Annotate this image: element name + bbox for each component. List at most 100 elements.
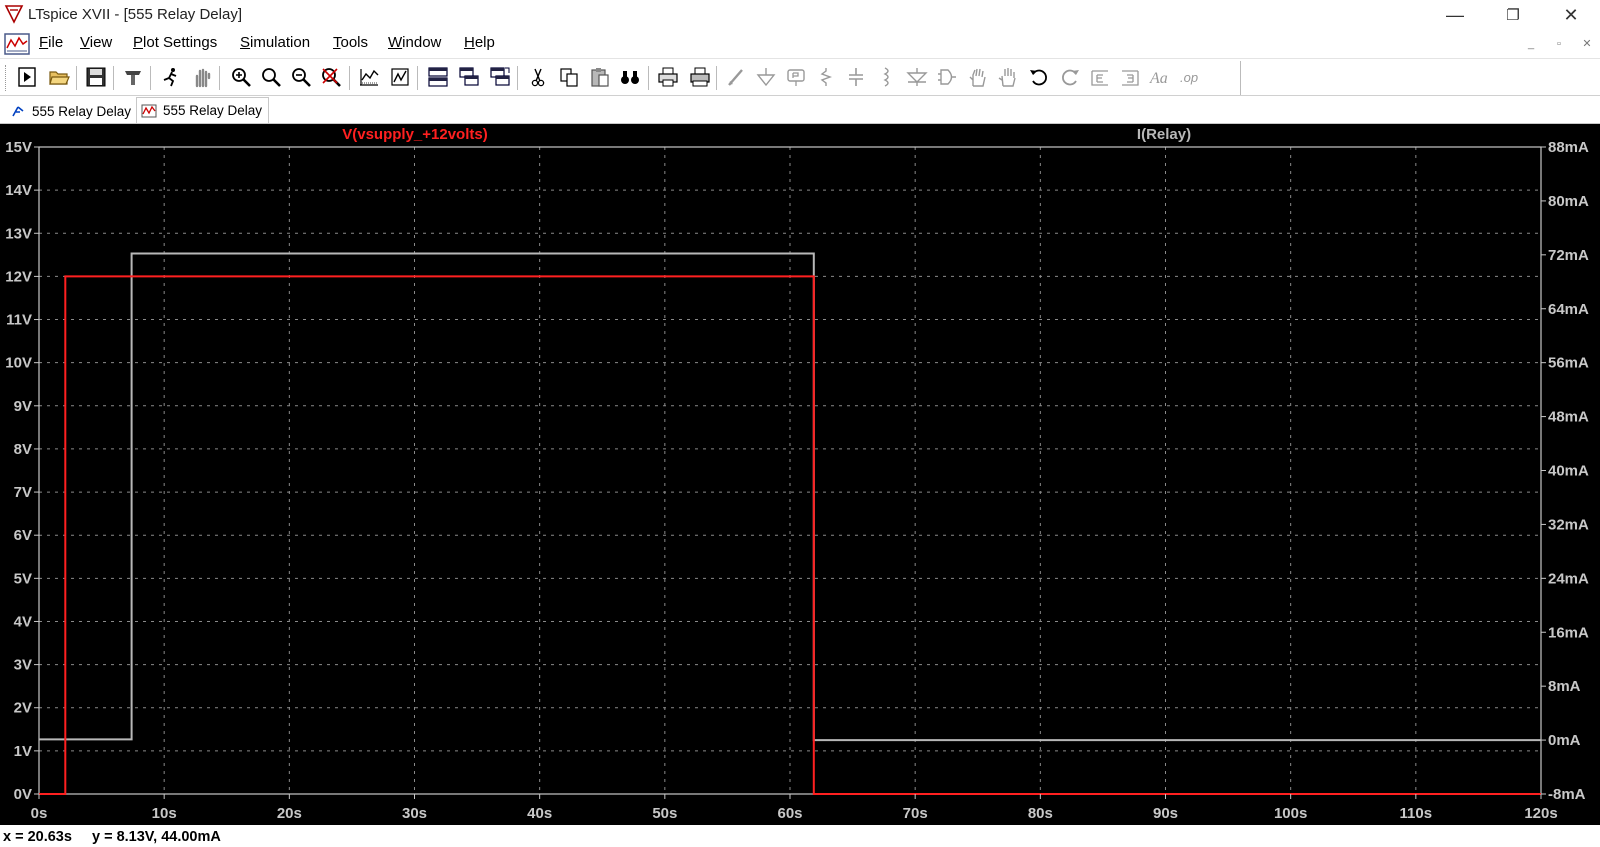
x-tick-label: 100s (1274, 805, 1307, 822)
y-left-tick-label: 11V (6, 312, 32, 329)
ground-icon[interactable] (753, 64, 779, 90)
print-icon[interactable] (655, 64, 681, 90)
find-icon[interactable] (617, 64, 643, 90)
drag-icon[interactable] (995, 64, 1021, 90)
cascade-icon[interactable] (456, 64, 482, 90)
move-icon[interactable] (965, 64, 991, 90)
toolbar: Aa .op (0, 58, 1600, 96)
waveform-chart[interactable]: 0s 10s 20s 30s 40s 50s 60s 70s 80s 90s 100s 110s 120… (0, 124, 1600, 825)
label-icon[interactable] (783, 64, 809, 90)
y-left-tick-label: 0V (14, 786, 32, 803)
cut-icon[interactable] (525, 64, 551, 90)
inductor-icon[interactable] (873, 64, 899, 90)
y-right-tick-label: 32mA (1548, 516, 1589, 533)
x-tick-label: 40s (527, 805, 552, 822)
new-schematic-icon[interactable] (14, 64, 40, 90)
y-left-tick-label: 5V (14, 570, 32, 587)
y-right-tick-label: 56mA (1548, 355, 1589, 372)
menu-plot-settings[interactable]: Plot Settings (133, 34, 217, 51)
y-left-tick-label: 3V (14, 657, 32, 674)
waveform-icon (141, 104, 157, 117)
y-left-tick-label: 12V (5, 268, 32, 285)
tab-schematic[interactable]: 555 Relay Delay (6, 99, 137, 123)
tile-horizontal-icon[interactable] (425, 64, 451, 90)
x-tick-label: 50s (652, 805, 677, 822)
undo-icon[interactable] (1026, 64, 1052, 90)
open-icon[interactable] (46, 64, 72, 90)
menu-simulation[interactable]: Simulation (240, 34, 310, 51)
y-right-tick-label: 8mA (1548, 678, 1581, 695)
menu-view[interactable]: View (80, 34, 112, 51)
waveform-plot[interactable]: 0s 10s 20s 30s 40s 50s 60s 70s 80s 90s 100s 110s 120… (0, 124, 1600, 825)
cursor-x-readout: x = 20.63s (3, 829, 72, 845)
redo-icon[interactable] (1057, 64, 1083, 90)
capacitor-icon[interactable] (843, 64, 869, 90)
grid-icon[interactable] (387, 64, 413, 90)
x-tick-label: 20s (277, 805, 302, 822)
resistor-icon[interactable] (813, 64, 839, 90)
y-left-tick-label: 15V (5, 139, 32, 156)
copy-icon[interactable] (556, 64, 582, 90)
y-right-tick-label: -8mA (1548, 786, 1586, 803)
mdi-close-button[interactable]: ✕ (1574, 34, 1600, 54)
control-panel-icon[interactable] (120, 64, 146, 90)
x-tick-label: 30s (402, 805, 427, 822)
schematic-icon (12, 106, 24, 117)
y-left-tick-label: 10V (5, 355, 32, 372)
menu-bar: File View Plot Settings Simulation Tools… (0, 30, 1600, 58)
menu-help[interactable]: Help (464, 34, 495, 51)
save-icon[interactable] (83, 64, 109, 90)
paste-icon[interactable] (587, 64, 613, 90)
y-left-tick-label: 7V (14, 484, 32, 501)
restore-button[interactable]: ❐ (1484, 0, 1542, 30)
x-tick-label: 80s (1028, 805, 1053, 822)
zoom-fit-icon[interactable] (258, 64, 284, 90)
toolbar-grip[interactable] (5, 65, 8, 91)
x-tick-label: 60s (777, 805, 802, 822)
y-right-tick-label: 80mA (1548, 193, 1589, 210)
component-icon[interactable] (934, 64, 960, 90)
svg-text:.op: .op (1180, 70, 1198, 85)
trace-label-voltage[interactable]: V(vsupply_+12volts) (342, 126, 487, 143)
rotate-icon[interactable] (1087, 64, 1113, 90)
y-left-tick-label: 13V (5, 225, 32, 242)
y-right-tick-label: 24mA (1548, 570, 1589, 587)
title-bar: LTspice XVII - [555 Relay Delay] — ❐ ✕ (0, 0, 1600, 30)
diode-icon[interactable] (904, 64, 930, 90)
print-setup-icon[interactable] (686, 64, 712, 90)
menu-window[interactable]: Window (388, 34, 441, 51)
zoom-in-icon[interactable] (228, 64, 254, 90)
close-button[interactable]: ✕ (1542, 0, 1600, 30)
tab-waveform[interactable]: 555 Relay Delay (136, 97, 270, 123)
y-left-tick-label: 4V (14, 613, 32, 630)
y-right-tick-label: 72mA (1548, 247, 1589, 264)
ltspice-logo-icon (4, 5, 24, 24)
menu-file[interactable]: File (39, 34, 63, 51)
halt-icon[interactable] (189, 64, 215, 90)
y-right-tick-label: 0mA (1548, 732, 1581, 749)
y-right-tick-label: 48mA (1548, 409, 1589, 426)
mdi-minimize-button[interactable]: _ (1518, 34, 1544, 54)
y-left-tick-label: 14V (5, 182, 32, 199)
y-left-tick-label: 9V (14, 398, 32, 415)
wire-icon[interactable] (723, 64, 749, 90)
tile-vertical-icon[interactable] (487, 64, 513, 90)
autorange-icon[interactable] (356, 64, 382, 90)
menu-tools[interactable]: Tools (333, 34, 368, 51)
run-icon[interactable] (158, 64, 184, 90)
mdi-restore-button[interactable]: ▫ (1546, 34, 1572, 54)
zoom-out-icon[interactable] (288, 64, 314, 90)
mirror-icon[interactable] (1117, 64, 1143, 90)
y-right-tick-label: 64mA (1548, 301, 1589, 318)
x-tick-label: 110s (1400, 805, 1433, 822)
status-bar: x = 20.63s y = 8.13V, 44.00mA (0, 825, 1600, 847)
waveform-document-icon[interactable] (4, 32, 30, 56)
zoom-cancel-icon[interactable] (318, 64, 344, 90)
trace-label-current[interactable]: I(Relay) (1137, 126, 1191, 143)
spice-directive-icon[interactable]: .op (1177, 64, 1203, 90)
y-left-tick-label: 2V (14, 700, 32, 717)
tab-waveform-label: 555 Relay Delay (163, 103, 263, 118)
text-icon[interactable]: Aa (1147, 64, 1173, 90)
minimize-button[interactable]: — (1426, 0, 1484, 30)
x-tick-label: 120s (1524, 805, 1557, 822)
